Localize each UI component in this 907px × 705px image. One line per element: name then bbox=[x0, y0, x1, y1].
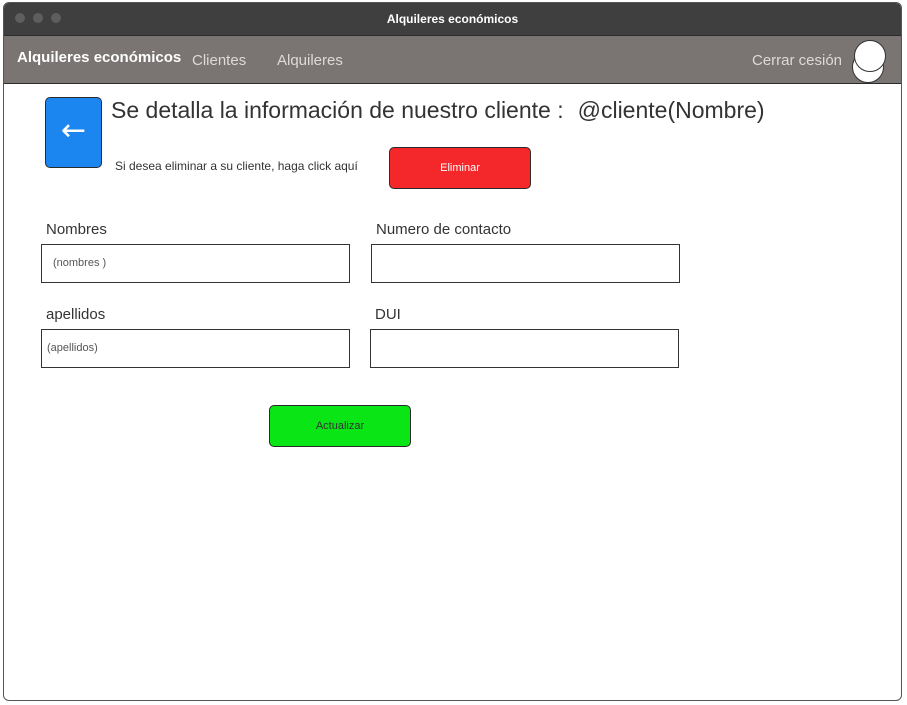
window-titlebar: Alquileres económicos bbox=[4, 3, 901, 35]
nombres-value: (nombres ) bbox=[53, 257, 107, 269]
dui-label: DUI bbox=[375, 306, 401, 323]
nombres-field[interactable]: (nombres ) bbox=[41, 244, 350, 283]
brand-link[interactable]: Alquileres económicos bbox=[17, 49, 181, 66]
navbar: Alquileres económicos Clientes Alquilere… bbox=[4, 35, 901, 84]
delete-hint-text: Si desea eliminar a su cliente, haga cli… bbox=[115, 159, 358, 173]
apellidos-label: apellidos bbox=[46, 306, 106, 323]
update-button[interactable]: Actualizar bbox=[269, 405, 411, 447]
window-title: Alquileres económicos bbox=[386, 12, 519, 26]
contacto-label: Numero de contacto bbox=[376, 221, 512, 238]
nav-link-clientes[interactable]: Clientes bbox=[192, 52, 246, 69]
back-button[interactable]: ← bbox=[45, 97, 102, 168]
nav-link-alquileres[interactable]: Alquileres bbox=[277, 52, 343, 69]
logout-link[interactable]: Cerrar cesión bbox=[752, 52, 842, 69]
nombres-label: Nombres bbox=[46, 221, 107, 238]
app-window: Alquileres económicos Alquileres económi… bbox=[3, 2, 902, 701]
delete-button[interactable]: Eliminar bbox=[389, 147, 531, 189]
client-name-variable: @cliente(Nombre) bbox=[577, 97, 765, 123]
apellidos-field[interactable]: (apellidos) bbox=[41, 329, 350, 368]
arrow-left-icon: ← bbox=[60, 113, 87, 148]
contacto-field[interactable] bbox=[371, 244, 680, 283]
user-avatar-icon[interactable] bbox=[850, 38, 886, 84]
apellidos-value: (apellidos) bbox=[47, 342, 98, 354]
dui-field[interactable] bbox=[370, 329, 679, 368]
page-title: Se detalla la información de nuestro cli… bbox=[111, 97, 765, 124]
page-title-text: Se detalla la información de nuestro cli… bbox=[111, 97, 564, 123]
